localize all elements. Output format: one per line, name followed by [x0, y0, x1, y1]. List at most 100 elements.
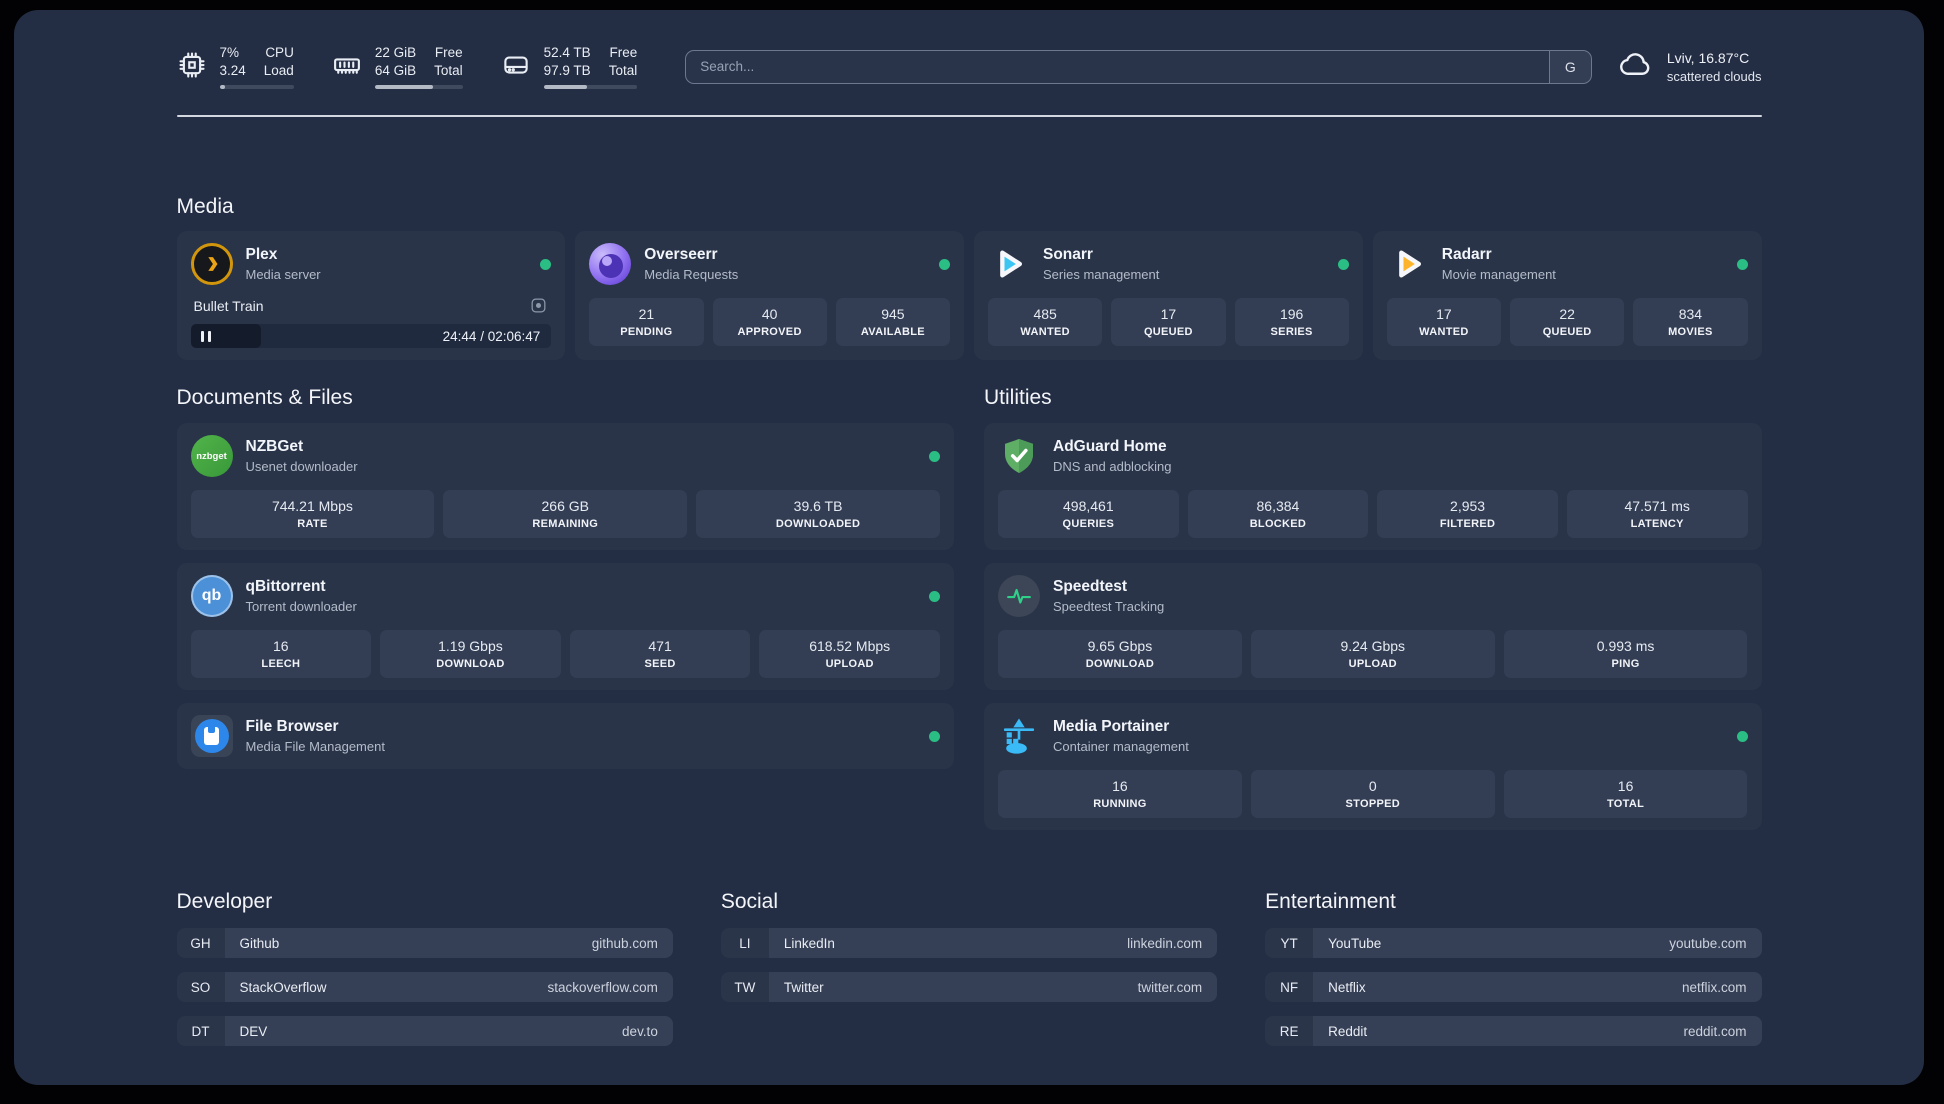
status-dot: [540, 258, 552, 270]
service-name: qBittorrent: [245, 578, 326, 595]
stat-tile: 16 RUNNING: [998, 770, 1242, 818]
card-adguard[interactable]: AdGuard Home DNS and adblocking 498,461 Q…: [984, 423, 1762, 550]
documents-column: Documents & Files nzbget NZBGet Usenet d…: [176, 386, 954, 830]
stat-tile: 498,461 QUERIES: [998, 490, 1179, 538]
developer-column: Developer GH Github github.com SO StackOv…: [176, 890, 673, 1046]
cpu-load-label: Load: [263, 63, 294, 78]
weather-widget: Lviv, 16.87°C scattered clouds: [1618, 46, 1762, 87]
stat-tile: 47.571 ms LATENCY: [1566, 490, 1748, 538]
link-abbr: GH: [176, 928, 225, 958]
qbittorrent-icon: qb: [190, 575, 233, 617]
section-title-entertainment: Entertainment: [1265, 890, 1396, 913]
search-engine-button[interactable]: G: [1548, 50, 1591, 83]
service-name: NZBGet: [245, 438, 304, 455]
service-subtitle: Media server: [245, 267, 321, 282]
link-abbr: NF: [1265, 972, 1314, 1002]
service-name: Plex: [245, 246, 278, 263]
status-dot: [929, 450, 940, 462]
disk-stat: 52.4 TB Free 97.9 TB Total: [501, 44, 638, 89]
link-stackoverflow[interactable]: SO StackOverflow stackoverflow.com: [176, 972, 673, 1002]
status-dot: [939, 258, 950, 270]
status-dot: [929, 730, 940, 742]
service-subtitle: Speedtest Tracking: [1053, 599, 1165, 614]
link-name: Reddit: [1328, 1023, 1368, 1039]
service-subtitle: Movie management: [1441, 267, 1556, 282]
sonarr-icon: [988, 243, 1030, 285]
memory-free-label: Free: [434, 45, 463, 60]
stat-tile: 16 TOTAL: [1503, 770, 1748, 818]
link-dev[interactable]: DT DEV dev.to: [176, 1016, 673, 1046]
link-url: reddit.com: [1683, 1023, 1747, 1039]
memory-total-label: Total: [434, 63, 463, 78]
now-playing-title: Bullet Train: [193, 297, 264, 314]
stat-tile: 2,953 FILTERED: [1377, 490, 1558, 538]
card-overseerr[interactable]: Overseerr Media Requests 21 PENDING 40 APP…: [575, 231, 964, 360]
service-name: Overseerr: [644, 246, 718, 263]
card-qbittorrent[interactable]: qb qBittorrent Torrent downloader 16 LEEC…: [176, 563, 954, 690]
cast-icon[interactable]: [529, 296, 548, 315]
service-name: Speedtest: [1053, 578, 1128, 595]
cpu-label: CPU: [265, 45, 294, 60]
link-netflix[interactable]: NF Netflix netflix.com: [1265, 972, 1762, 1002]
social-column: Social LI LinkedIn linkedin.com TW Twitte…: [720, 890, 1218, 1002]
service-name: Media Portainer: [1053, 718, 1170, 735]
top-bar: 7% CPU 3.24 Load 22 GiB Free 64 GiB Tota…: [177, 44, 1762, 89]
overseerr-icon: [589, 243, 632, 285]
card-filebrowser[interactable]: File Browser Media File Management: [176, 703, 954, 769]
link-name: Github: [239, 935, 280, 951]
card-portainer[interactable]: Media Portainer Container management 16 R…: [984, 703, 1762, 830]
stat-tile: 40 APPROVED: [712, 298, 827, 346]
speedtest-icon: [998, 575, 1040, 617]
link-twitter[interactable]: TW Twitter twitter.com: [720, 972, 1218, 1002]
ram-icon: [332, 50, 362, 80]
service-subtitle: DNS and adblocking: [1053, 459, 1172, 474]
stat-tile: 16 LEECH: [190, 630, 372, 678]
link-abbr: DT: [176, 1016, 225, 1046]
service-subtitle: Media Requests: [644, 267, 739, 282]
card-radarr[interactable]: Radarr Movie management 17 WANTED 22 QUEUE…: [1372, 231, 1762, 360]
search-input[interactable]: [686, 50, 1549, 83]
service-name: File Browser: [245, 718, 339, 735]
stat-tile: 17 QUEUED: [1111, 298, 1226, 346]
link-reddit[interactable]: RE Reddit reddit.com: [1265, 1016, 1762, 1046]
status-dot: [1337, 258, 1349, 270]
radarr-icon: [1387, 243, 1429, 285]
link-url: github.com: [591, 935, 658, 951]
service-name: AdGuard Home: [1053, 438, 1167, 455]
service-name: Radarr: [1441, 246, 1492, 263]
link-abbr: TW: [720, 972, 769, 1002]
cpu-percent: 7%: [219, 45, 240, 60]
card-nzbget[interactable]: nzbget NZBGet Usenet downloader 744.21 M…: [176, 423, 954, 550]
cloud-icon: [1618, 46, 1654, 87]
section-title-social: Social: [720, 890, 779, 913]
status-dot: [929, 590, 940, 602]
stat-tile: 834 MOVIES: [1633, 298, 1748, 346]
disk-free-value: 52.4 TB: [543, 45, 591, 60]
link-youtube[interactable]: YT YouTube youtube.com: [1265, 928, 1762, 958]
link-linkedin[interactable]: LI LinkedIn linkedin.com: [720, 928, 1218, 958]
card-plex[interactable]: Plex Media server Bullet Train 24:44 / 0…: [176, 231, 566, 360]
stat-tile: 196 SERIES: [1234, 298, 1349, 346]
cpu-load-value: 3.24: [219, 63, 246, 78]
service-subtitle: Usenet downloader: [245, 459, 358, 474]
stat-tile: 22 QUEUED: [1510, 298, 1625, 346]
stat-tile: 0 STOPPED: [1250, 770, 1495, 818]
stat-tile: 744.21 Mbps RATE: [190, 490, 435, 538]
link-abbr: SO: [176, 972, 225, 1002]
section-title-developer: Developer: [176, 890, 273, 913]
link-url: stackoverflow.com: [547, 979, 658, 995]
cpu-stat: 7% CPU 3.24 Load: [177, 44, 294, 89]
link-github[interactable]: GH Github github.com: [176, 928, 673, 958]
entertainment-column: Entertainment YT YouTube youtube.com NF N…: [1265, 890, 1762, 1046]
stat-tile: 17 WANTED: [1386, 298, 1501, 346]
utilities-column: Utilities AdGuard Home DNS and adblockin…: [984, 386, 1762, 830]
link-name: LinkedIn: [783, 935, 835, 951]
media-grid: Plex Media server Bullet Train 24:44 / 0…: [176, 231, 1762, 360]
link-url: dev.to: [622, 1023, 658, 1039]
link-name: StackOverflow: [239, 979, 327, 995]
disk-progress-bar: [543, 85, 638, 89]
card-sonarr[interactable]: Sonarr Series management 485 WANTED 17 QUE…: [974, 231, 1363, 360]
dashboard-panel: 7% CPU 3.24 Load 22 GiB Free 64 GiB Tota…: [14, 10, 1924, 1085]
stat-tile: 618.52 Mbps UPLOAD: [759, 630, 940, 678]
card-speedtest[interactable]: Speedtest Speedtest Tracking 9.65 Gbps DO…: [984, 563, 1762, 690]
